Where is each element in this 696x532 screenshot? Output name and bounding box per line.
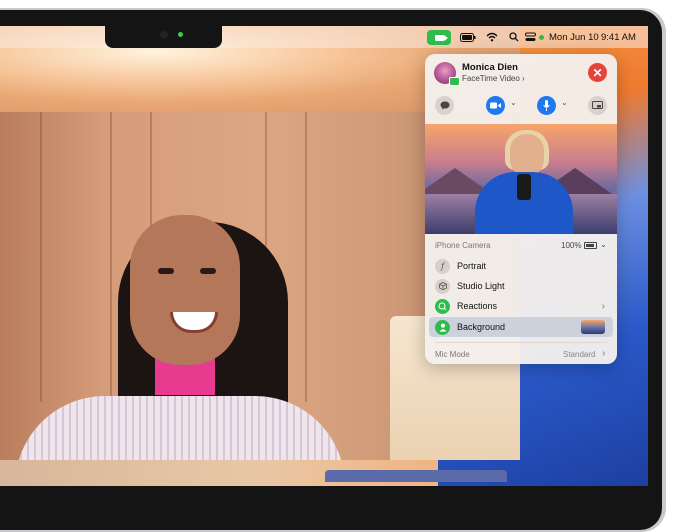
effect-label: Background [457, 322, 506, 332]
microphone-icon [543, 100, 550, 111]
effect-label: Studio Light [457, 281, 505, 291]
caller-eye [158, 268, 174, 274]
facetime-icon[interactable] [427, 30, 451, 45]
chevron-down-icon: ⌄ [600, 240, 607, 249]
f-aperture-icon: f [435, 258, 450, 274]
call-controls: ⌄ ⌄ [425, 94, 617, 122]
menubar-date[interactable]: Mon Jun 10 [549, 26, 599, 48]
caller-shirt [15, 396, 345, 460]
effect-label: Reactions [457, 301, 498, 311]
screen-share-icon [592, 101, 603, 109]
wifi-icon[interactable] [486, 26, 498, 48]
caller-face [130, 215, 240, 365]
mic-mode-label: Mic Mode [435, 350, 470, 359]
chevron-down-icon[interactable]: ⌄ [561, 98, 568, 107]
chevron-right-icon: › [522, 74, 525, 83]
caller-eye [200, 268, 216, 274]
camera-lens [160, 31, 168, 39]
mic-mode-row[interactable]: Mic Mode Standard › [425, 344, 617, 364]
facetime-controls-panel: Monica Dien FaceTime Video › ✕ ⌄ ⌄ iPhon… [425, 54, 617, 364]
effect-reactions[interactable]: Reactions › [429, 296, 613, 316]
camera-indicator-light [178, 32, 183, 37]
call-type-link[interactable]: FaceTime Video › [462, 74, 525, 83]
mic-mode-value: Standard [563, 350, 596, 359]
effect-portrait[interactable]: f Portrait [429, 256, 613, 276]
screen-share-button[interactable] [588, 96, 607, 115]
siri-icon[interactable] [539, 26, 544, 48]
camera-source-row[interactable]: iPhone Camera 100% ⌄ [425, 236, 617, 254]
mic-toggle-button[interactable] [537, 96, 556, 115]
divider [435, 342, 607, 343]
effect-background[interactable]: Background [429, 317, 613, 337]
cube-icon [435, 278, 450, 294]
effect-label: Portrait [457, 261, 487, 271]
camera-source-label: iPhone Camera [435, 241, 491, 250]
video-camera-icon [490, 102, 501, 109]
battery-icon [584, 242, 597, 249]
chevron-right-icon: › [602, 348, 606, 359]
video-toggle-button[interactable] [486, 96, 505, 115]
reactions-icon [435, 298, 450, 314]
chevron-right-icon: › [601, 300, 605, 312]
video-preview [425, 124, 617, 234]
end-call-button[interactable]: ✕ [588, 63, 607, 82]
wall-panel [110, 112, 112, 402]
wall-panel [40, 112, 42, 402]
call-type-label: FaceTime Video [462, 74, 520, 83]
preview-person-scarf [517, 174, 531, 200]
close-icon: ✕ [592, 65, 603, 80]
caller-name: Monica Dien [462, 62, 518, 73]
message-button[interactable] [435, 96, 454, 115]
wall-panel [305, 112, 307, 402]
battery-percent: 100% [561, 241, 582, 250]
battery-icon[interactable] [460, 26, 476, 48]
window-edge-preview [325, 470, 507, 482]
control-center-icon[interactable] [525, 26, 536, 48]
person-icon [435, 319, 450, 335]
chevron-down-icon[interactable]: ⌄ [510, 98, 517, 107]
preview-person-face [510, 134, 544, 176]
facetime-badge-icon [449, 77, 460, 86]
menubar-time[interactable]: 9:41 AM [601, 26, 636, 48]
background-thumbnail[interactable] [581, 320, 605, 334]
message-icon [440, 101, 449, 110]
call-header: Monica Dien FaceTime Video › ✕ [425, 54, 617, 94]
effect-studio-light[interactable]: Studio Light [429, 276, 613, 296]
search-icon[interactable] [509, 26, 519, 48]
